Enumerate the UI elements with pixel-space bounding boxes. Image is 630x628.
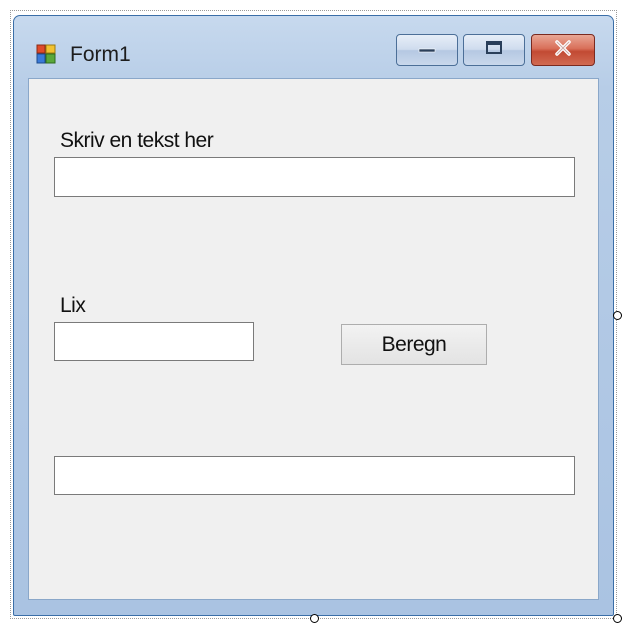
close-icon	[553, 39, 573, 61]
resize-handle-right[interactable]	[613, 311, 622, 320]
lix-label: Lix	[60, 294, 86, 317]
text-input-field[interactable]	[54, 157, 575, 197]
resize-handle-bottom-right[interactable]	[613, 614, 622, 623]
minimize-button[interactable]	[396, 34, 458, 66]
text-input-label: Skriv en tekst her	[60, 129, 214, 152]
resize-handle-bottom[interactable]	[310, 614, 319, 623]
title-bar[interactable]: Form1	[14, 16, 613, 78]
result-field[interactable]	[54, 456, 575, 495]
close-button[interactable]	[531, 34, 595, 66]
calculate-button[interactable]: Beregn	[341, 324, 487, 365]
window-title: Form1	[70, 43, 131, 66]
lix-value-field[interactable]	[54, 322, 254, 361]
form-app-icon	[36, 44, 56, 64]
maximize-icon	[485, 40, 503, 61]
minimize-icon	[417, 41, 437, 59]
form-client-area: Skriv en tekst her Lix Beregn	[28, 78, 599, 600]
form-window: Form1 Skriv en tekst her Lix Beregn	[13, 15, 614, 616]
maximize-button[interactable]	[463, 34, 525, 66]
